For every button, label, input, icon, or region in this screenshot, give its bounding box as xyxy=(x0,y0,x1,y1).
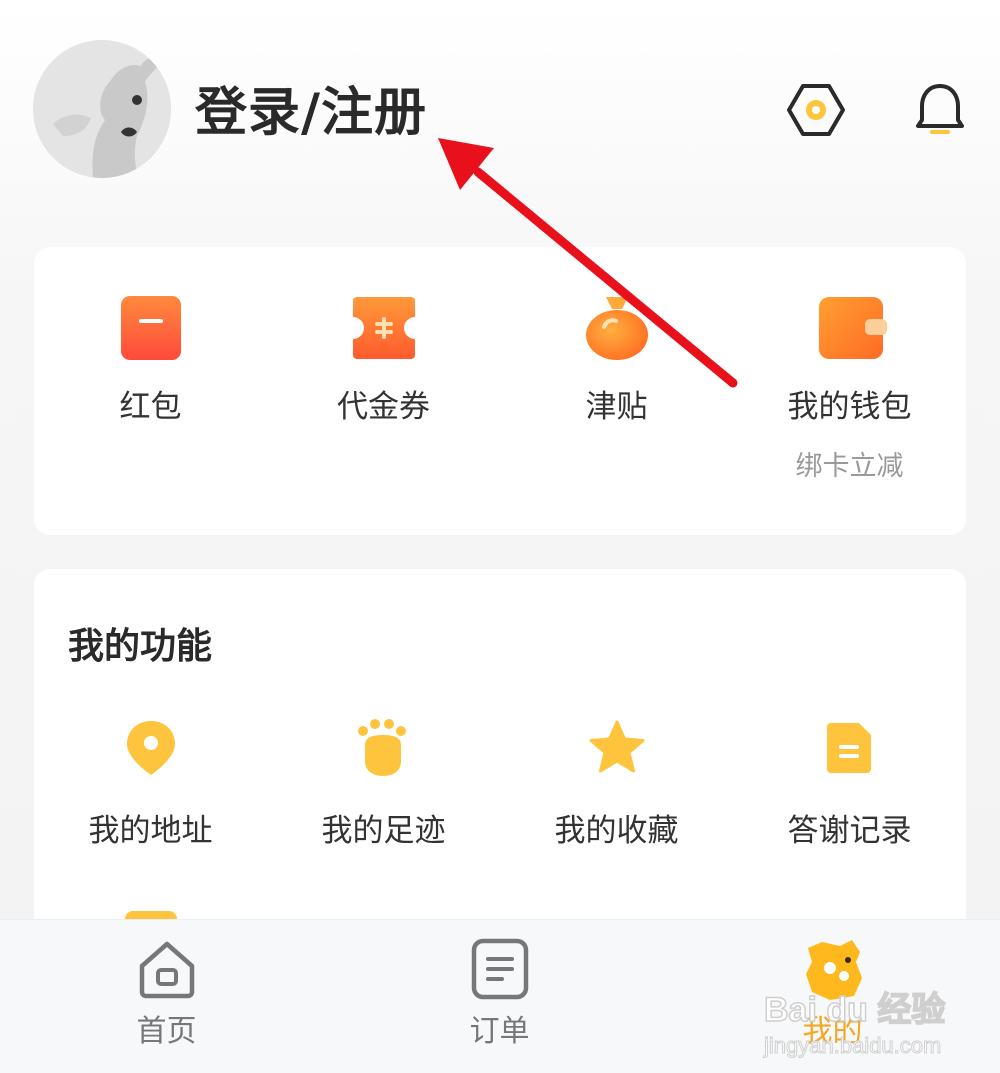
bottom-tab-bar: 首页 订单 我的 xyxy=(0,919,1000,1073)
login-register-link[interactable]: 登录/注册 xyxy=(195,78,427,148)
wallet-item-label: 津贴 xyxy=(585,389,648,425)
function-item-favorites[interactable]: 我的收藏 xyxy=(500,719,733,859)
wallet-card: 红包 代金券 津贴 我的钱包 绑卡立减 xyxy=(34,247,966,535)
document-icon xyxy=(821,719,879,777)
tab-label: 我的 xyxy=(802,1014,863,1049)
function-item-address[interactable]: 我的地址 xyxy=(34,719,267,859)
function-item-thanks-records[interactable]: 答谢记录 xyxy=(733,719,966,859)
location-pin-icon xyxy=(122,719,180,777)
wallet-icon xyxy=(817,295,887,361)
home-icon xyxy=(136,938,198,1000)
tab-label: 首页 xyxy=(136,1014,197,1049)
function-item-footprints[interactable]: 我的足迹 xyxy=(267,719,500,859)
function-item-label: 我的收藏 xyxy=(554,813,679,849)
section-title: 我的功能 xyxy=(68,626,213,667)
wallet-item-coupon[interactable]: 代金券 xyxy=(267,295,500,495)
paw-print-icon xyxy=(355,719,413,777)
red-packet-icon xyxy=(118,295,184,361)
function-item-label: 答谢记录 xyxy=(787,813,912,849)
function-item-label: 我的足迹 xyxy=(321,813,446,849)
wallet-item-red-packet[interactable]: 红包 xyxy=(34,295,267,495)
wallet-item-my-wallet[interactable]: 我的钱包 绑卡立减 xyxy=(733,295,966,495)
wallet-item-label: 代金券 xyxy=(337,389,430,425)
function-item-label: 我的地址 xyxy=(88,813,213,849)
wallet-item-allowance[interactable]: 津贴 xyxy=(500,295,733,495)
profile-header: 登录/注册 xyxy=(0,0,1000,220)
tab-label: 订单 xyxy=(469,1014,530,1049)
bell-icon[interactable] xyxy=(910,80,970,140)
wallet-item-label: 我的钱包 xyxy=(787,389,912,425)
money-bag-icon xyxy=(584,295,650,361)
wallet-item-label: 红包 xyxy=(119,389,182,425)
coupon-icon xyxy=(351,295,417,361)
dog-mascot-icon xyxy=(800,938,862,1000)
tab-home[interactable]: 首页 xyxy=(0,920,333,1073)
dog-avatar-icon[interactable] xyxy=(33,40,171,178)
hexagon-settings-icon[interactable] xyxy=(786,80,846,140)
wallet-item-sub: 绑卡立减 xyxy=(795,451,904,482)
order-list-icon xyxy=(469,938,531,1000)
tab-mine[interactable]: 我的 xyxy=(666,920,999,1073)
tab-orders[interactable]: 订单 xyxy=(333,920,666,1073)
star-icon xyxy=(588,719,646,777)
